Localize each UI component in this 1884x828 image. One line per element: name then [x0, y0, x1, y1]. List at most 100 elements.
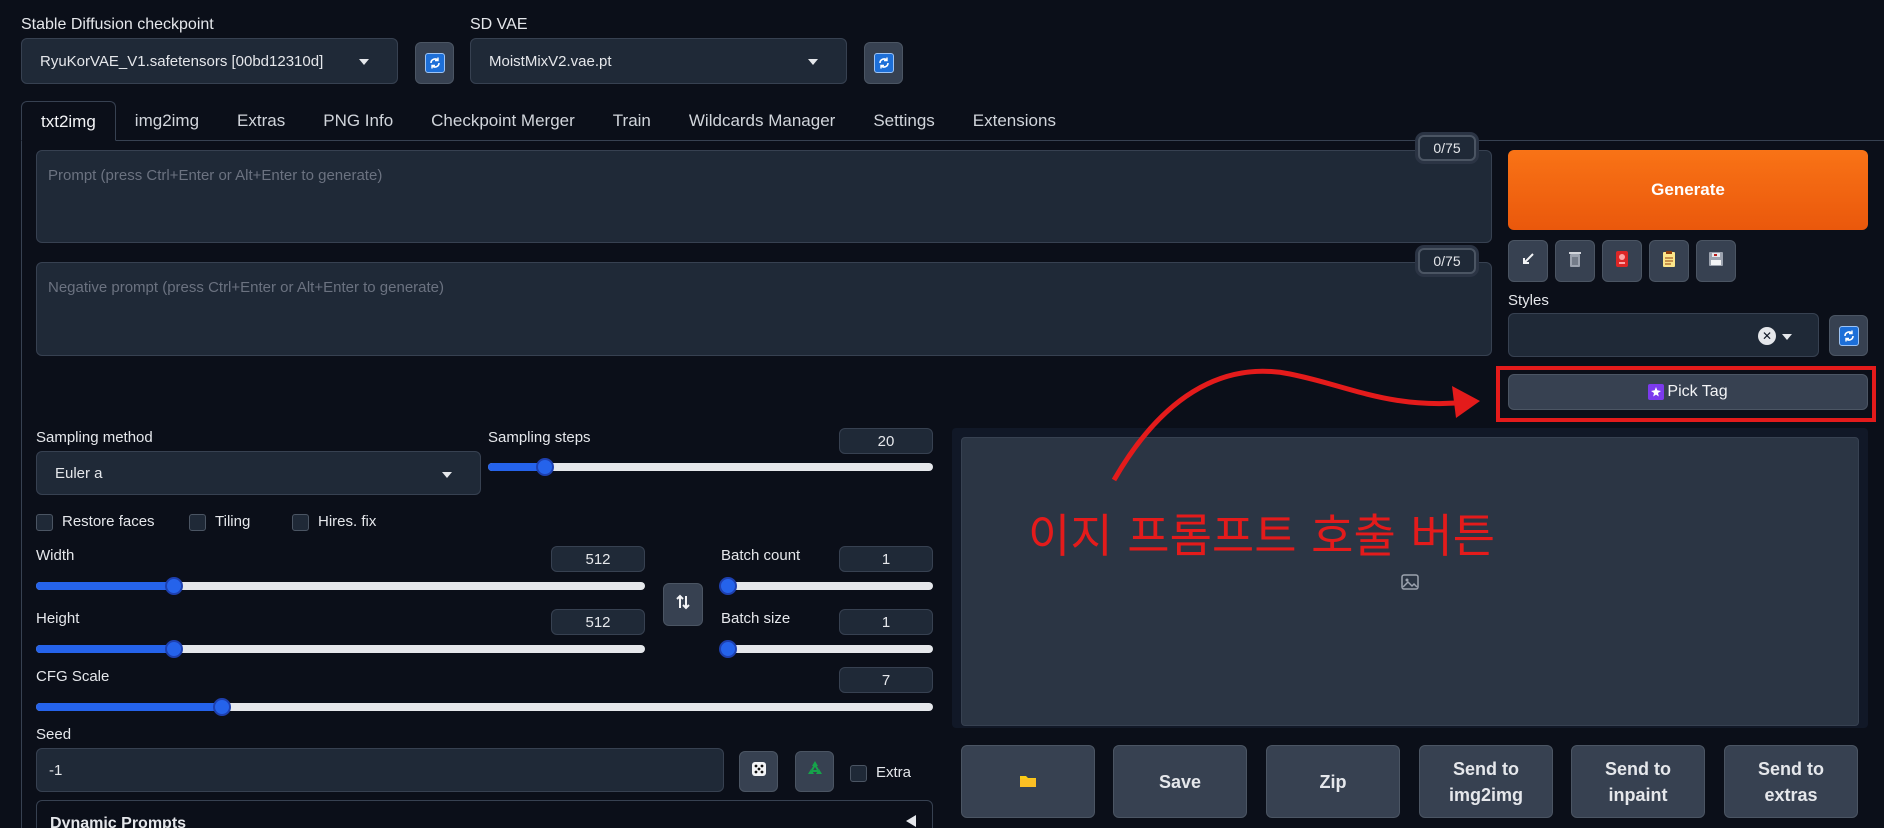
hires-fix-label: Hires. fix — [318, 513, 377, 530]
sampling-steps-slider[interactable] — [488, 458, 933, 476]
trash-icon — [1567, 250, 1583, 273]
image-placeholder-icon — [1400, 572, 1420, 597]
sampling-method-label: Sampling method — [36, 429, 153, 446]
send-to-inpaint-button[interactable]: Send to inpaint — [1571, 745, 1705, 818]
extra-seed-checkbox[interactable] — [850, 765, 867, 782]
save-button[interactable]: Save — [1113, 745, 1247, 818]
styles-dropdown[interactable]: ✕ — [1508, 313, 1819, 357]
tiling-checkbox[interactable] — [189, 514, 206, 531]
apply-style-button[interactable] — [1649, 240, 1689, 282]
height-slider[interactable] — [36, 640, 645, 658]
cfg-scale-slider[interactable] — [36, 698, 933, 716]
sampling-steps-label: Sampling steps — [488, 429, 591, 446]
chevron-down-icon — [442, 472, 452, 478]
vae-dropdown[interactable]: MoistMixV2.vae.pt — [470, 38, 847, 84]
arrow-icon — [1520, 251, 1536, 272]
prompt-placeholder: Prompt (press Ctrl+Enter or Alt+Enter to… — [48, 167, 383, 184]
tab-txt2img[interactable]: txt2img — [21, 101, 116, 141]
prompt-textarea[interactable]: Prompt (press Ctrl+Enter or Alt+Enter to… — [36, 150, 1492, 243]
batch-size-slider[interactable] — [719, 640, 933, 658]
height-label: Height — [36, 610, 80, 627]
random-seed-button[interactable] — [739, 751, 778, 792]
seed-label: Seed — [36, 726, 72, 743]
sampling-method-dropdown[interactable]: Euler a — [36, 451, 481, 495]
save-disk-icon — [1708, 251, 1724, 272]
tab-wildcards-manager[interactable]: Wildcards Manager — [670, 101, 854, 141]
clear-prompt-button[interactable] — [1555, 240, 1595, 282]
cfg-scale-label: CFG Scale — [36, 668, 110, 685]
slider-fill — [36, 703, 222, 711]
refresh-styles-button[interactable] — [1829, 315, 1868, 356]
batch-size-label: Batch size — [721, 610, 791, 627]
slider-thumb[interactable] — [719, 577, 737, 595]
recycle-icon — [805, 759, 825, 784]
clipboard-icon — [1661, 250, 1677, 273]
tiling-label: Tiling — [215, 513, 251, 530]
tab-extras[interactable]: Extras — [218, 101, 304, 141]
slider-fill — [36, 645, 174, 653]
generate-button[interactable]: Generate — [1508, 150, 1868, 230]
batch-count-input[interactable]: 1 — [839, 546, 933, 572]
batch-size-input[interactable]: 1 — [839, 609, 933, 635]
hires-fix-checkbox[interactable] — [292, 514, 309, 531]
seed-value: -1 — [49, 761, 63, 779]
seed-input[interactable]: -1 — [36, 748, 724, 792]
tab-checkpoint-merger[interactable]: Checkpoint Merger — [412, 101, 594, 141]
save-style-button[interactable] — [1696, 240, 1736, 282]
negative-prompt-textarea[interactable]: Negative prompt (press Ctrl+Enter or Alt… — [36, 262, 1492, 356]
checkpoint-value: RyuKorVAE_V1.safetensors [00bd12310d] — [40, 52, 324, 70]
red-card-icon — [1614, 250, 1630, 273]
dynamic-prompts-accordion[interactable]: Dynamic Prompts — [36, 800, 933, 828]
vae-value: MoistMixV2.vae.pt — [489, 52, 612, 70]
extra-networks-button[interactable] — [1602, 240, 1642, 282]
sampling-steps-input[interactable]: 20 — [839, 428, 933, 454]
batch-count-slider[interactable] — [719, 577, 933, 595]
slider-thumb[interactable] — [165, 577, 183, 595]
negative-prompt-placeholder: Negative prompt (press Ctrl+Enter or Alt… — [48, 279, 445, 296]
swap-dimensions-button[interactable] — [663, 583, 703, 626]
refresh-vae-button[interactable] — [864, 42, 903, 84]
vae-label: SD VAE — [470, 16, 528, 33]
negative-prompt-token-counter: 0/75 — [1418, 248, 1476, 274]
open-folder-button[interactable] — [961, 745, 1095, 818]
styles-label: Styles — [1508, 292, 1549, 309]
prompt-token-counter: 0/75 — [1418, 135, 1476, 161]
tab-png-info[interactable]: PNG Info — [304, 101, 412, 141]
width-label: Width — [36, 547, 75, 564]
chevron-down-icon — [1782, 334, 1792, 340]
dice-icon — [750, 760, 768, 783]
send-to-img2img-button[interactable]: Send to img2img — [1419, 745, 1553, 818]
annotation-label: 이지 프롬프트 호출 버튼 — [1028, 509, 1496, 563]
zip-button[interactable]: Zip — [1266, 745, 1400, 818]
checkpoint-label: Stable Diffusion checkpoint — [21, 16, 214, 33]
chevron-down-icon — [808, 59, 818, 65]
tab-train[interactable]: Train — [594, 101, 670, 141]
send-to-extras-button[interactable]: Send to extras — [1724, 745, 1858, 818]
width-input[interactable]: 512 — [551, 546, 645, 572]
tab-settings[interactable]: Settings — [854, 101, 953, 141]
checkpoint-dropdown[interactable]: RyuKorVAE_V1.safetensors [00bd12310d] — [21, 38, 398, 84]
read-params-button[interactable] — [1508, 240, 1548, 282]
slider-thumb[interactable] — [213, 698, 231, 716]
tab-img2img[interactable]: img2img — [116, 101, 218, 141]
chevron-down-icon — [359, 59, 369, 65]
batch-count-label: Batch count — [721, 547, 801, 564]
cfg-scale-input[interactable]: 7 — [839, 667, 933, 693]
folder-icon — [1019, 769, 1037, 795]
main-tabs: txt2img img2img Extras PNG Info Checkpoi… — [21, 101, 1075, 141]
refresh-icon — [1838, 325, 1859, 346]
slider-thumb[interactable] — [536, 458, 554, 476]
tab-extensions[interactable]: Extensions — [954, 101, 1075, 141]
slider-thumb[interactable] — [165, 640, 183, 658]
width-slider[interactable] — [36, 577, 645, 595]
dynamic-prompts-label: Dynamic Prompts — [50, 815, 187, 828]
clear-icon[interactable]: ✕ — [1758, 327, 1776, 345]
refresh-checkpoint-button[interactable] — [415, 42, 454, 84]
restore-faces-checkbox[interactable] — [36, 514, 53, 531]
slider-thumb[interactable] — [719, 640, 737, 658]
annotation-arrow — [1111, 368, 1480, 482]
extra-seed-label: Extra — [876, 764, 912, 781]
collapse-triangle-icon — [906, 815, 916, 827]
height-input[interactable]: 512 — [551, 609, 645, 635]
reuse-seed-button[interactable] — [795, 751, 834, 792]
